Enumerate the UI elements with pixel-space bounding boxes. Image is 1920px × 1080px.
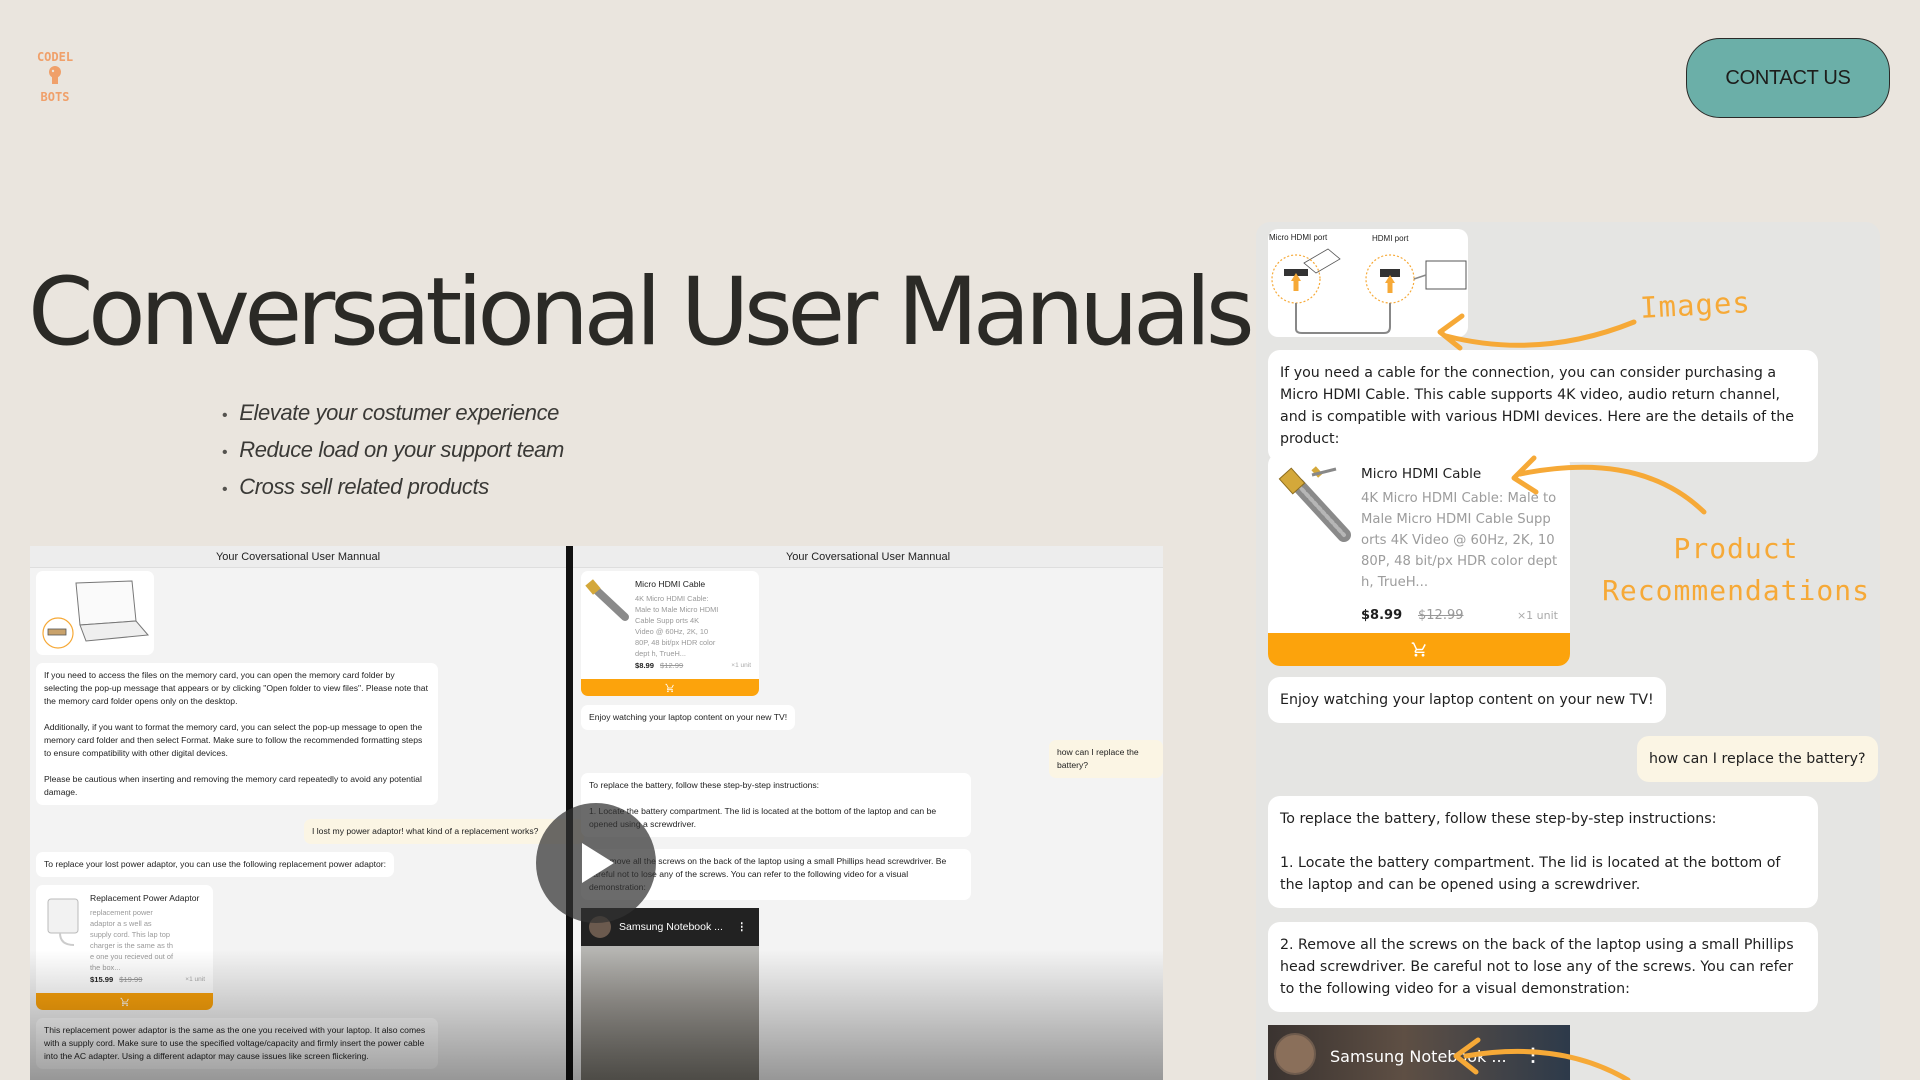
- connection-illustration: [1271, 248, 1467, 334]
- message-paragraph: If you need to access the files on the m…: [44, 670, 428, 706]
- annotation-images: Images: [1639, 285, 1752, 325]
- chat-panel: Micro HDMI port HDMI port If you need a …: [1256, 222, 1880, 1080]
- price-current: $15.99: [90, 975, 114, 984]
- product-title: Micro HDMI Cable: [1361, 466, 1482, 482]
- play-icon: [582, 843, 614, 883]
- message-paragraph: Additionally, if you want to format the …: [44, 722, 423, 758]
- product-price: $15.99 $19.99: [90, 975, 142, 984]
- pane-header: Your Coversational User Mannual: [30, 546, 566, 568]
- add-to-cart-button[interactable]: [36, 993, 213, 1010]
- bot-message: To replace your lost power adaptor, you …: [36, 852, 395, 877]
- product-title: Replacement Power Adaptor: [90, 893, 200, 903]
- feature-list: Elevate your costumer experience Reduce …: [222, 394, 564, 505]
- bot-message: Enjoy watching your laptop content on yo…: [581, 705, 796, 730]
- power-adaptor-image: [47, 898, 79, 946]
- diagram-label: Micro HDMI port: [1269, 233, 1328, 242]
- hero-title: Conversational User Manuals: [28, 258, 1255, 367]
- add-to-cart-button[interactable]: [1268, 633, 1570, 666]
- product-description: 4K Micro HDMI Cable: Male to Male Micro …: [1361, 491, 1558, 590]
- product-description: replacement power adaptor a s well as su…: [90, 908, 173, 972]
- hdmi-cable-image: [1278, 466, 1351, 542]
- diagram-label: HDMI port: [1372, 234, 1409, 243]
- laptop-image: [36, 571, 154, 655]
- product-card[interactable]: Micro HDMI Cable 4K Micro HDMI Cable: Ma…: [1268, 453, 1570, 666]
- cart-icon: [119, 997, 129, 1006]
- video-pane-right: Your Coversational User Mannual Micro HD…: [573, 546, 1163, 1080]
- price-current: $8.99: [1361, 608, 1403, 623]
- message-paragraph: 1. Locate the battery compartment. The l…: [1280, 855, 1781, 893]
- hdmi-cable-image: [585, 579, 629, 621]
- laptop-illustration: [42, 580, 150, 649]
- price-original: $19.99: [119, 975, 143, 984]
- product-card[interactable]: Replacement Power Adaptor replacement po…: [36, 885, 213, 1010]
- bot-message: To replace the battery, follow these ste…: [1268, 796, 1818, 908]
- codelbots-logo[interactable]: CODEL BOTS: [30, 50, 80, 106]
- logo-text-top: CODEL: [36, 50, 74, 64]
- message-paragraph: To replace the battery, follow these ste…: [1280, 811, 1717, 827]
- message-paragraph: To replace the battery, follow these ste…: [589, 780, 820, 790]
- logo-robot-icon: [49, 66, 61, 84]
- bot-message: If you need a cable for the connection, …: [1268, 350, 1818, 462]
- hdmi-diagram-image: Micro HDMI port HDMI port: [1268, 229, 1468, 337]
- product-unit: ×1 unit: [731, 662, 751, 669]
- youtube-title: Samsung Notebook ...: [619, 921, 723, 933]
- demo-video[interactable]: Your Coversational User Mannual If you n…: [30, 546, 1163, 1080]
- feature-item: Elevate your costumer experience: [222, 394, 564, 431]
- product-title: Micro HDMI Cable: [635, 579, 706, 589]
- product-card[interactable]: Micro HDMI Cable 4K Micro HDMI Cable: Ma…: [581, 571, 759, 696]
- user-message: how can I replace the battery?: [1049, 740, 1163, 778]
- youtube-embed[interactable]: Samsung Notebook ... ⋮: [1268, 1025, 1570, 1080]
- feature-item: Cross sell related products: [222, 468, 564, 505]
- channel-avatar: [1274, 1033, 1316, 1075]
- message-paragraph: Please be cautious when inserting and re…: [44, 774, 422, 797]
- bot-message: Enjoy watching your laptop content on yo…: [1268, 677, 1666, 723]
- price-original: $12.99: [1418, 608, 1464, 623]
- more-vert-icon[interactable]: ⋮: [1524, 1045, 1542, 1066]
- message-paragraph: 1. Locate the battery compartment. The l…: [589, 806, 937, 829]
- add-to-cart-button[interactable]: [581, 679, 759, 696]
- bot-message: 2. Remove all the screws on the back of …: [1268, 922, 1818, 1012]
- youtube-title: Samsung Notebook ...: [1330, 1047, 1507, 1066]
- annotation-recommendations: Product Recommendations: [1596, 528, 1876, 612]
- youtube-thumbnail: [581, 946, 759, 1080]
- more-vert-icon[interactable]: ⋮: [737, 921, 748, 933]
- user-message: how can I replace the battery?: [1637, 736, 1878, 782]
- product-unit: ×1 unit: [185, 976, 205, 983]
- logo-text-bottom: BOTS: [40, 90, 70, 104]
- bot-message: This replacement power adaptor is the sa…: [36, 1018, 438, 1069]
- cart-icon: [1411, 642, 1426, 657]
- video-pane-left: Your Coversational User Mannual If you n…: [30, 546, 584, 1080]
- product-description: 4K Micro HDMI Cable: Male to Male Micro …: [635, 594, 719, 658]
- price-original: $12.99: [660, 661, 684, 670]
- contact-us-button[interactable]: CONTACT US: [1686, 38, 1890, 118]
- cart-icon: [665, 683, 674, 692]
- pane-header: Your Coversational User Mannual: [573, 546, 1163, 568]
- feature-item: Reduce load on your support team: [222, 431, 564, 468]
- bot-message: If you need to access the files on the m…: [36, 663, 438, 805]
- youtube-embed[interactable]: Samsung Notebook ... ⋮: [581, 908, 759, 1080]
- product-price: $8.99 $12.99: [635, 661, 683, 670]
- play-button[interactable]: [536, 803, 656, 923]
- product-unit: ×1 unit: [1516, 609, 1558, 622]
- annotation-line: Product: [1673, 532, 1799, 565]
- annotation-line: Recommendations: [1602, 574, 1870, 607]
- price-current: $8.99: [635, 661, 655, 670]
